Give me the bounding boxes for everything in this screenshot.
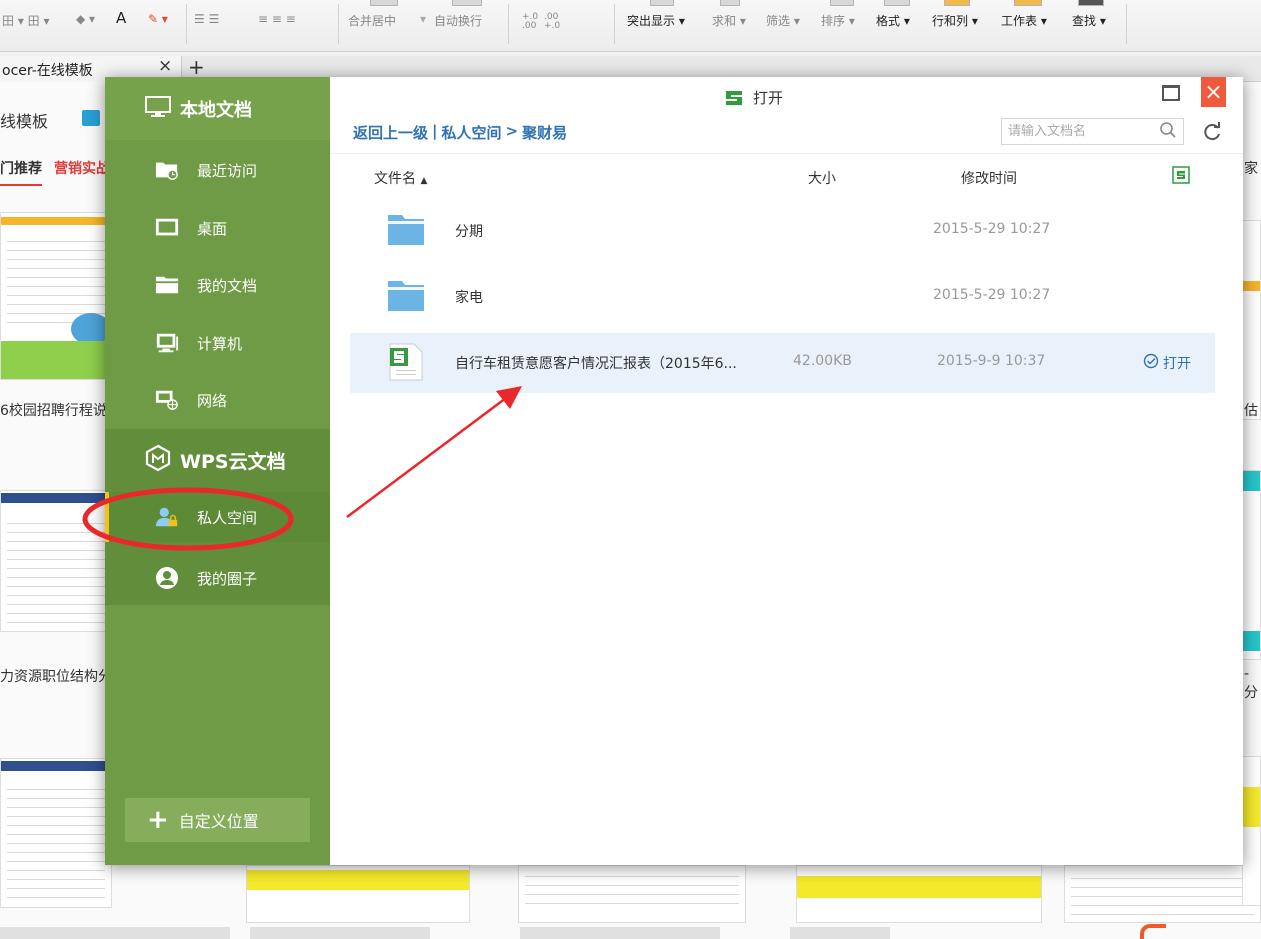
- annotation-circle: [82, 487, 294, 551]
- annotation-overlay: [82, 386, 522, 551]
- annotation-arrow-head: [496, 386, 522, 409]
- annotation-arrow-line: [346, 396, 507, 519]
